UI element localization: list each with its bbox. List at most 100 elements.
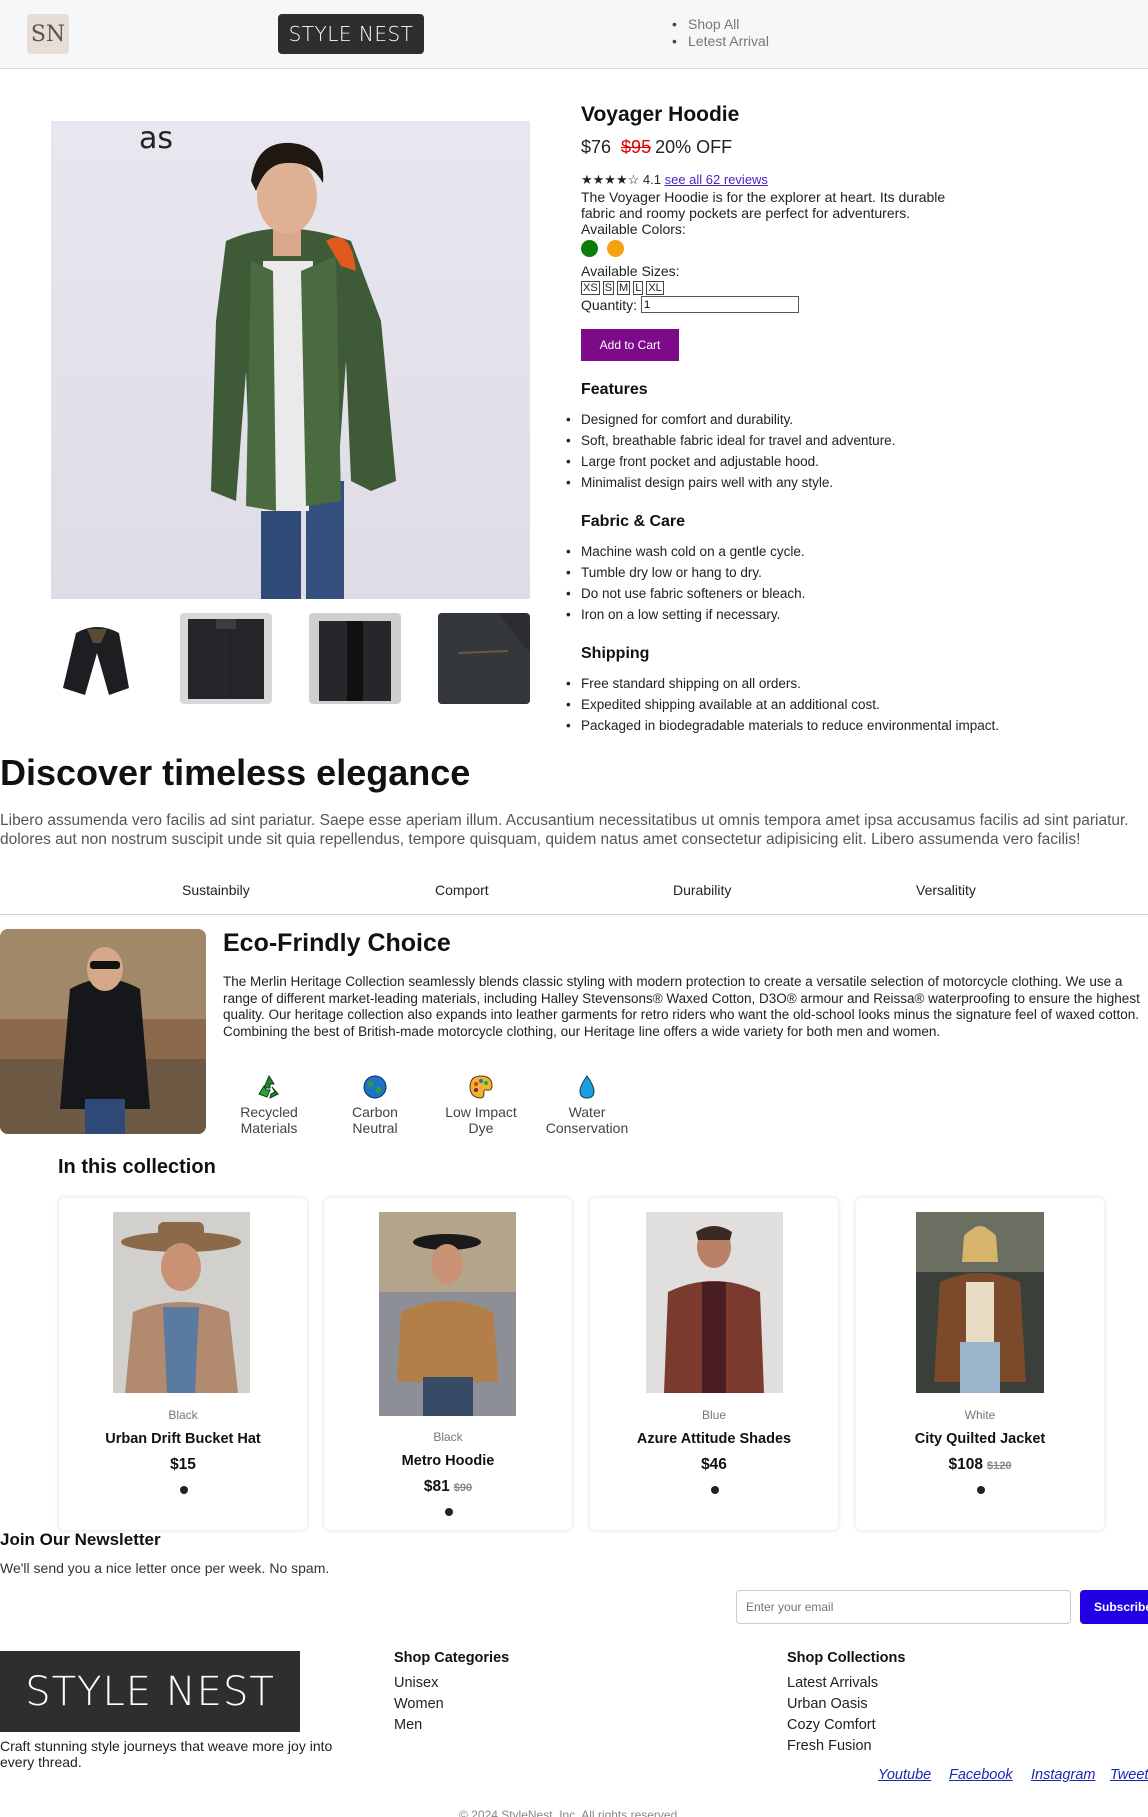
footer-link-urban-oasis[interactable]: Urban Oasis: [787, 1694, 905, 1715]
logo-mark[interactable]: SN: [27, 14, 69, 54]
recycle-icon: [258, 1074, 279, 1099]
quantity-label: Quantity:: [581, 296, 638, 313]
care-item: Machine wash cold on a gentle cycle.: [566, 541, 1121, 562]
care-item: Do not use fabric softeners or bleach.: [566, 583, 1121, 604]
card-price: $81 $90: [324, 1478, 572, 1496]
collection-title: In this collection: [58, 1156, 216, 1178]
site-header: SN STYLE NEST Shop All Letest Arrival: [0, 0, 1148, 69]
add-to-cart-button[interactable]: Add to Cart: [581, 329, 679, 361]
subscribe-button[interactable]: Subscribe: [1080, 1590, 1148, 1624]
shipping-item: Expedited shipping available at an addit…: [566, 694, 1121, 715]
badge-line: Recycled: [240, 1104, 298, 1120]
card-dot-indicator[interactable]: [977, 1486, 985, 1494]
care-item: Tumble dry low or hang to dry.: [566, 562, 1121, 583]
badge-line: Conservation: [545, 1120, 629, 1136]
color-swatch-green[interactable]: [581, 240, 598, 257]
product-card[interactable]: Black Metro Hoodie $81 $90: [323, 1197, 573, 1531]
footer-link-cozy-comfort[interactable]: Cozy Comfort: [787, 1715, 905, 1736]
card-current-price: $108: [948, 1456, 983, 1473]
card-name[interactable]: Azure Attitude Shades: [590, 1431, 838, 1447]
card-name[interactable]: Urban Drift Bucket Hat: [59, 1431, 307, 1447]
product-title: Voyager Hoodie: [581, 103, 740, 126]
footer-link-unisex[interactable]: Unisex: [394, 1673, 509, 1694]
size-l[interactable]: L: [633, 281, 644, 295]
shipping-list: Free standard shipping on all orders. Ex…: [566, 673, 1121, 736]
social-facebook[interactable]: Facebook: [949, 1767, 1013, 1783]
feature-item: Minimalist design pairs well with any st…: [566, 472, 1121, 493]
quantity-input[interactable]: [641, 296, 800, 313]
card-dot-indicator[interactable]: [711, 1486, 719, 1494]
eco-image: [0, 929, 206, 1134]
card-color: Black: [168, 1408, 198, 1422]
card-current-price: $46: [701, 1456, 727, 1473]
discover-title: Discover timeless elegance: [0, 752, 471, 793]
card-color: Black: [433, 1430, 463, 1444]
thumbnail-1[interactable]: [51, 613, 143, 704]
social-instagram[interactable]: Instagram: [1031, 1767, 1095, 1783]
card-old-price: $90: [453, 1482, 473, 1494]
brand-logo-button[interactable]: STYLE NEST: [278, 14, 424, 54]
card-color: White: [964, 1408, 996, 1422]
nav-shop-all[interactable]: Shop All: [672, 16, 769, 33]
newsletter-text: We'll send you a nice letter once per we…: [0, 1560, 330, 1576]
thumbnail-4[interactable]: [438, 613, 530, 704]
globe-icon: [363, 1075, 387, 1099]
color-swatches: [581, 240, 1121, 257]
card-name[interactable]: City Quilted Jacket: [856, 1431, 1104, 1447]
eco-badge-dye: Low Impact Dye: [431, 1074, 531, 1136]
colors-label: Available Colors:: [581, 221, 686, 237]
tab-versatility[interactable]: Versalitity: [916, 882, 976, 898]
top-nav: Shop All Letest Arrival: [672, 16, 769, 50]
newsletter-title: Join Our Newsletter: [0, 1530, 161, 1549]
product-image: [646, 1212, 783, 1393]
product-card[interactable]: White City Quilted Jacket $108 $120: [855, 1197, 1105, 1531]
photo-brand-mark: as: [139, 121, 174, 156]
price-row: $76 $95 20% OFF: [581, 137, 1121, 159]
tab-comfort[interactable]: Comport: [435, 882, 489, 898]
card-color: Blue: [701, 1408, 727, 1422]
size-xs[interactable]: XS: [581, 281, 600, 295]
card-name[interactable]: Metro Hoodie: [324, 1453, 572, 1469]
thumbnail-2[interactable]: [180, 613, 272, 704]
card-dot-indicator[interactable]: [180, 1486, 188, 1494]
footer-link-fresh-fusion[interactable]: Fresh Fusion: [787, 1736, 905, 1757]
thumbnail-3[interactable]: [309, 613, 401, 704]
nav-latest-arrival[interactable]: Letest Arrival: [672, 33, 769, 50]
footer-link-men[interactable]: Men: [394, 1715, 509, 1736]
card-old-price: $120: [987, 1460, 1012, 1472]
copyright: © 2024 StyleNest, Inc. All rights reserv…: [459, 1808, 681, 1817]
care-item: Iron on a low setting if necessary.: [566, 604, 1121, 625]
care-title: Fabric & Care: [581, 513, 686, 530]
shipping-item: Free standard shipping on all orders.: [566, 673, 1121, 694]
email-input[interactable]: [736, 1590, 1071, 1624]
feature-item: Large front pocket and adjustable hood.: [566, 451, 1121, 472]
quantity-row: Quantity:: [581, 296, 1121, 313]
tab-durability[interactable]: Durability: [673, 882, 731, 898]
reviews-link[interactable]: see all 62 reviews: [665, 172, 768, 187]
product-image: [113, 1212, 250, 1393]
footer-link-latest-arrivals[interactable]: Latest Arrivals: [787, 1673, 905, 1694]
product-card[interactable]: Black Urban Drift Bucket Hat $15: [58, 1197, 308, 1531]
model-photo: [211, 142, 396, 599]
product-main-image: as: [51, 121, 530, 599]
color-swatch-orange[interactable]: [607, 240, 624, 257]
badge-line: Dye: [468, 1120, 494, 1136]
card-dot-indicator[interactable]: [445, 1508, 453, 1516]
droplet-icon: [579, 1075, 595, 1099]
shipping-title: Shipping: [581, 645, 650, 662]
social-tweet[interactable]: Tweet: [1110, 1767, 1148, 1783]
footer-link-women[interactable]: Women: [394, 1694, 509, 1715]
size-xl[interactable]: XL: [646, 281, 664, 295]
footer-logo[interactable]: STYLE NEST: [0, 1651, 300, 1732]
tab-sustainability[interactable]: Sustainbily: [182, 882, 250, 898]
feature-item: Soft, breathable fabric ideal for travel…: [566, 430, 1121, 451]
features-list: Designed for comfort and durability. Sof…: [566, 409, 1121, 493]
size-s[interactable]: S: [602, 281, 615, 295]
size-m[interactable]: M: [617, 281, 631, 295]
eco-badge-carbon: Carbon Neutral: [325, 1074, 425, 1136]
social-youtube[interactable]: Youtube: [878, 1767, 931, 1783]
product-card[interactable]: Blue Azure Attitude Shades $46: [589, 1197, 839, 1531]
badge-line: Low Impact: [445, 1104, 517, 1120]
badge-line: Neutral: [352, 1120, 398, 1136]
card-current-price: $81: [423, 1478, 450, 1495]
